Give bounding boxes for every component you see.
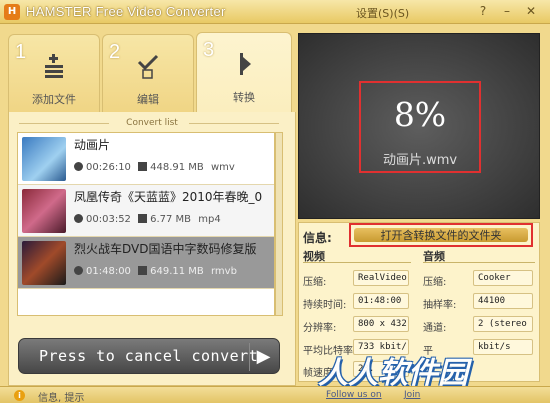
edit-check-icon [103, 53, 193, 79]
tab-label: 编辑 [137, 93, 159, 106]
join-link[interactable]: Join [404, 390, 420, 400]
video-thumbnail [22, 241, 66, 285]
cancel-convert-label: Press to cancel convert [39, 347, 259, 365]
file-format: wmv [210, 162, 235, 173]
file-meta: 01:48:00 649.11 MB rmvb [74, 266, 241, 277]
list-item[interactable]: 凤凰传奇《天蓝蓝》2010年春晚_0 00:03:52 6.77 MB mp4 [18, 185, 274, 237]
tab-convert[interactable]: 3 转换 [196, 32, 292, 112]
file-name: 凤凰传奇《天蓝蓝》2010年春晚_0 [74, 190, 263, 204]
audio-codec-value: Cooker [473, 270, 533, 286]
video-thumbnail [22, 189, 66, 233]
divider [303, 262, 411, 263]
play-arrow-icon: ▶ [249, 343, 277, 371]
resolution-label: 分辨率: [303, 323, 337, 334]
preview-panel: 8% 动画片.wmv [298, 33, 540, 219]
file-size: 6.77 MB [150, 214, 192, 225]
list-item[interactable]: 动画片 00:26:10 448.91 MB wmv [18, 133, 274, 185]
info-label: 信息: [303, 231, 332, 245]
list-scrollbar[interactable] [275, 132, 283, 316]
app-title: HAMSTER Free Video Converter [26, 4, 226, 19]
follow-us-link[interactable]: Follow us on [326, 390, 382, 400]
file-size: 649.11 MB [150, 266, 204, 277]
hamster-logo-icon: H [4, 4, 20, 20]
clock-icon [74, 214, 83, 223]
tab-label: 添加文件 [32, 93, 76, 106]
status-text: 信息, 提示 [38, 393, 85, 403]
cancel-convert-button[interactable]: Press to cancel convert ▶ [18, 338, 280, 374]
close-button[interactable]: ✕ [522, 3, 540, 19]
settings-menu[interactable]: 设置(S)(S) [356, 5, 409, 21]
status-bar: i 信息, 提示 Follow us on Join [0, 386, 550, 403]
file-meta: 00:03:52 6.77 MB mp4 [74, 214, 225, 225]
clock-icon [74, 162, 83, 171]
audio-codec-label: 压缩: [423, 277, 447, 288]
converting-file-name: 动画片.wmv [382, 153, 458, 168]
file-duration: 01:48:00 [86, 266, 131, 277]
help-button[interactable]: ? [474, 3, 492, 19]
title-bar: H HAMSTER Free Video Converter 设置(S)(S) … [0, 0, 550, 24]
add-list-icon [9, 53, 99, 79]
resolution-value: 800 x 432 [353, 316, 409, 332]
file-format: rmvb [210, 266, 237, 277]
video-codec-value: RealVideo [353, 270, 409, 286]
open-output-folder-button[interactable]: 打开含转换文件的文件夹 [354, 228, 528, 242]
duration-value: 01:48:00 [353, 293, 409, 309]
film-icon [138, 214, 148, 223]
sample-rate-value: 44100 [473, 293, 533, 309]
file-name: 动画片 [74, 138, 111, 152]
channels-value: 2 (stereo [473, 316, 533, 332]
tab-edit[interactable]: 2 编辑 [102, 34, 194, 112]
tab-label: 转换 [233, 91, 255, 104]
file-meta: 00:26:10 448.91 MB wmv [74, 162, 239, 173]
progress-percent: 8% [393, 95, 447, 134]
divider [189, 123, 279, 124]
open-folder-highlight: 打开含转换文件的文件夹 [349, 223, 533, 247]
file-name: 烈火战车DVD国语中字数码修复版 [74, 242, 257, 256]
clock-icon [74, 266, 83, 275]
play-arrow-icon [197, 51, 291, 77]
duration-label: 持续时间: [303, 300, 347, 311]
divider [423, 262, 535, 263]
film-icon [138, 266, 148, 275]
channels-label: 通道: [423, 323, 447, 334]
info-icon: i [14, 390, 25, 401]
video-thumbnail [22, 137, 66, 181]
list-item[interactable]: 烈火战车DVD国语中字数码修复版 01:48:00 649.11 MB rmvb [18, 237, 274, 289]
file-duration: 00:03:52 [86, 214, 131, 225]
left-pane: 1 添加文件 2 编辑 3 转换 Convert list 动画片 00:26:… [8, 30, 296, 386]
convert-list[interactable]: 动画片 00:26:10 448.91 MB wmv 凤凰传奇《天蓝蓝》2010… [17, 132, 275, 316]
audio-bitrate-value: kbit/s [473, 339, 533, 355]
file-size: 448.91 MB [150, 162, 204, 173]
file-format: mp4 [198, 214, 221, 225]
minimize-button[interactable]: – [498, 3, 516, 19]
tab-add-files[interactable]: 1 添加文件 [8, 34, 100, 112]
progress-box: 8% 动画片.wmv [359, 81, 481, 173]
file-duration: 00:26:10 [86, 162, 131, 173]
video-codec-label: 压缩: [303, 277, 327, 288]
film-icon [138, 162, 148, 171]
sample-rate-label: 抽样率: [423, 300, 457, 311]
